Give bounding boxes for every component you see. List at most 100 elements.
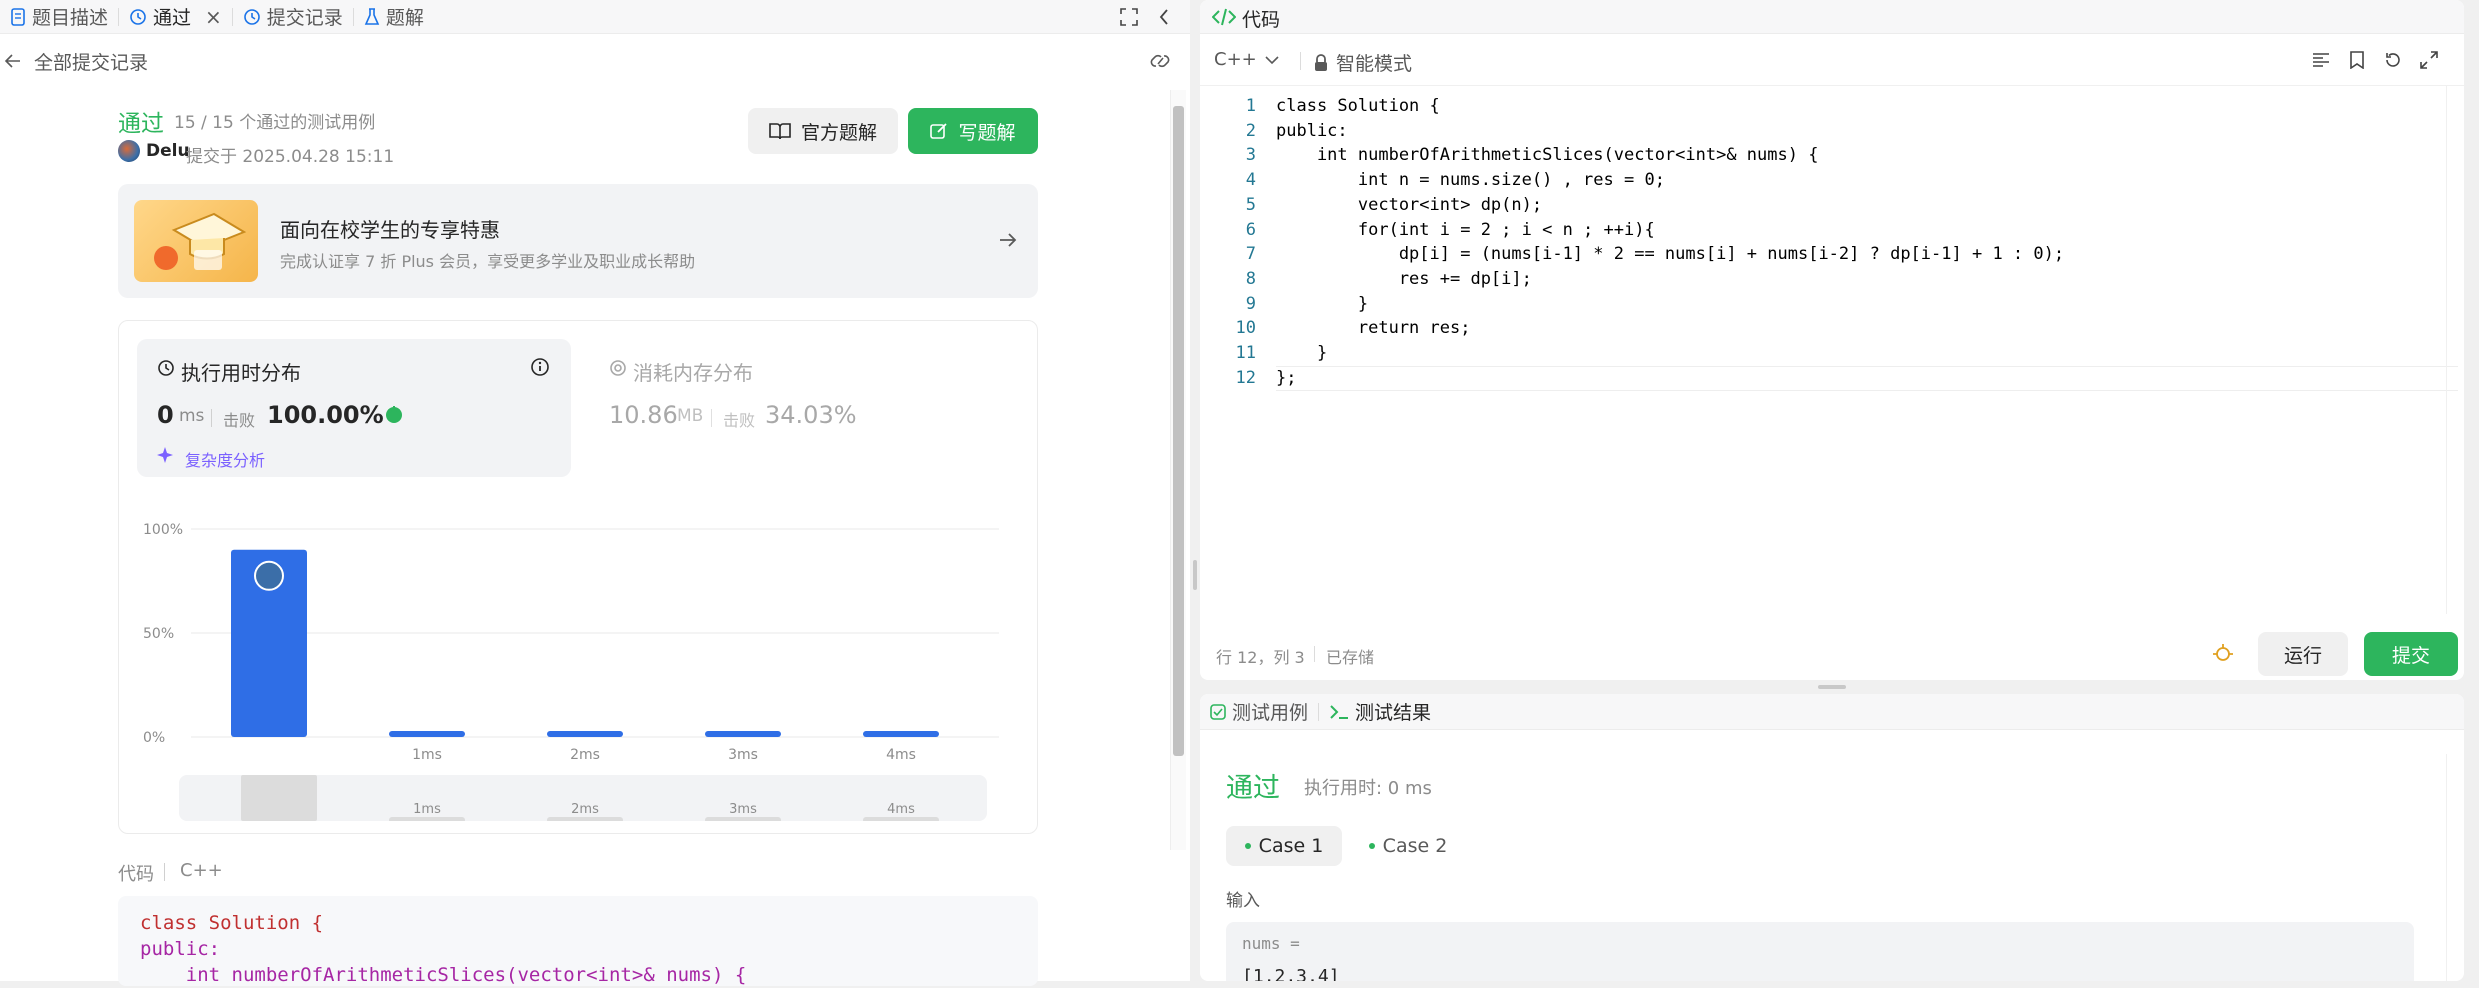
x-tick-label: 4ms: [886, 747, 916, 763]
run-button[interactable]: 运行: [2258, 632, 2348, 676]
overview-tick-label: 1ms: [413, 802, 441, 817]
y-tick-label: 100%: [143, 522, 183, 538]
divider: [1314, 646, 1315, 662]
code-preview: class Solution { public: int numberOfAri…: [118, 896, 1038, 986]
history-icon: [129, 8, 147, 26]
dot-icon: [1368, 843, 1375, 849]
collapse-icon[interactable]: [1158, 8, 1170, 26]
code-editor[interactable]: class Solution { public: int numberOfAri…: [1276, 94, 2446, 390]
chart-bar: [705, 731, 781, 737]
code-line: class Solution {: [1276, 96, 1440, 116]
line-numbers: 1 2 3 4 5 6 7 8 9 10 11 12: [1200, 94, 1256, 390]
divider: [164, 863, 165, 881]
memory-unit: MB: [677, 406, 704, 426]
graduation-cap-icon: [134, 200, 258, 282]
edit-icon: [930, 122, 948, 140]
tab-results-label: 测试结果: [1355, 702, 1432, 724]
description-icon: [10, 7, 26, 26]
close-icon[interactable]: ×: [205, 5, 222, 29]
code-preview-line: class Solution {: [140, 912, 324, 934]
expand-icon[interactable]: [2420, 51, 2438, 69]
case-2-tab[interactable]: Case 2: [1350, 826, 1466, 866]
official-solution-button[interactable]: 官方题解: [748, 108, 898, 154]
scrollbar[interactable]: [1170, 90, 1186, 850]
history-icon: [243, 8, 261, 26]
code-preview-line: int numberOfArithmeticSlices(vector<int>…: [140, 964, 747, 986]
tab-solutions[interactable]: 题解: [354, 0, 434, 34]
chart-bar: [863, 731, 939, 737]
cursor-position: 行 12，列 3: [1216, 648, 1305, 667]
complexity-link[interactable]: 复杂度分析: [185, 447, 265, 471]
line-number: 1: [1245, 96, 1256, 116]
arrow-left-icon[interactable]: [4, 52, 22, 70]
tab-description[interactable]: 题目描述: [0, 0, 118, 34]
line-number: 3: [1245, 145, 1256, 166]
tab-testcases[interactable]: 测试用例: [1200, 695, 1318, 729]
bookmark-icon[interactable]: [2350, 51, 2364, 69]
tab-accepted[interactable]: 通过 ×: [119, 0, 232, 34]
runtime-panel[interactable]: 执行用时分布 0 ms 击败 100.00% 复杂度分析: [137, 339, 571, 477]
avatar-marker: [254, 560, 284, 591]
chart-bar: [389, 731, 465, 737]
promo-banner[interactable]: 面向在校学生的专享特惠 完成认证享 7 折 Plus 会员，享受更多学业及职业成…: [118, 184, 1038, 298]
submit-button[interactable]: 提交: [2364, 632, 2458, 676]
scrollbar-thumb[interactable]: [1173, 106, 1184, 756]
arrow-right-icon: [998, 230, 1018, 250]
promo-desc: 完成认证享 7 折 Plus 会员，享受更多学业及职业成长帮助: [280, 252, 696, 271]
runtime-beat-label: 击败: [223, 411, 256, 430]
left-tab-bar: 题目描述 通过 × 提交记录 题解: [0, 0, 1190, 34]
chevron-down-icon: [1265, 55, 1279, 65]
case-1-tab[interactable]: Case 1: [1226, 826, 1342, 866]
editor-scrollbar[interactable]: [2446, 86, 2460, 614]
line-number: 12: [1235, 367, 1256, 388]
smart-mode-toggle[interactable]: 智能模式: [1314, 49, 1412, 76]
back-link[interactable]: 全部提交记录: [34, 48, 148, 75]
smart-mode-label: 智能模式: [1336, 53, 1413, 75]
tab-results[interactable]: 测试结果: [1319, 695, 1441, 729]
test-panel: 测试用例 测试结果 通过 执行用时: 0 ms Case 1 Case 2 输入…: [1200, 694, 2464, 981]
runtime-chart: 100% 50% 0% 1ms 2ms 3ms 4ms 1ms 2ms 3ms 4ms: [143, 522, 999, 821]
user-name[interactable]: Delu: [146, 141, 190, 161]
tab-solutions-label: 题解: [385, 7, 424, 29]
code-line: return res;: [1276, 318, 1471, 339]
back-header: 全部提交记录: [0, 40, 1190, 82]
debug-icon[interactable]: [2212, 642, 2234, 664]
tab-accepted-label: 通过: [153, 7, 192, 29]
link-icon[interactable]: [1148, 52, 1172, 70]
memory-icon: [609, 359, 627, 377]
runtime-title: 执行用时分布: [181, 361, 301, 385]
divider: [211, 409, 212, 427]
test-scrollbar[interactable]: [2446, 754, 2460, 981]
code-preview-line: public:: [140, 938, 221, 960]
vertical-splitter[interactable]: [1200, 680, 2464, 694]
write-solution-button[interactable]: 写题解: [908, 108, 1038, 154]
book-icon: [769, 122, 791, 140]
format-icon[interactable]: [2312, 52, 2330, 68]
reset-icon[interactable]: [2384, 51, 2402, 69]
code-line: for(int i = 2 ; i < n ; ++i){: [1276, 219, 1655, 240]
editor-toolbar: C++ 智能模式: [1200, 34, 2464, 86]
avatar: [118, 140, 140, 162]
line-number: 6: [1245, 219, 1256, 240]
memory-panel[interactable]: 消耗内存分布 10.86 MB 击败 34.03%: [589, 339, 1023, 477]
overview-tick-label: 2ms: [571, 802, 599, 817]
overview-tick-label: 3ms: [729, 802, 757, 817]
fullscreen-icon[interactable]: [1120, 7, 1138, 26]
write-solution-label: 写题解: [958, 121, 1016, 144]
memory-value: 10.86: [609, 401, 678, 429]
panel-splitter[interactable]: [1190, 0, 1200, 981]
divider: [1300, 52, 1301, 70]
language-select[interactable]: C++: [1214, 49, 1279, 70]
editor-panel: 代码 C++ 智能模式 1 2 3 4 5 6 7 8 9 10 11 12 c…: [1200, 0, 2464, 680]
x-tick-label: 1ms: [412, 747, 442, 763]
code-line: public:: [1276, 120, 1348, 141]
line-number: 5: [1245, 194, 1256, 215]
tab-submissions[interactable]: 提交记录: [233, 0, 353, 34]
code-line: }: [1276, 343, 1328, 364]
editor-header: 代码: [1200, 0, 2464, 34]
line-number: 7: [1245, 244, 1256, 265]
line-number: 4: [1245, 170, 1256, 191]
test-status: 通过: [1226, 773, 1280, 804]
y-tick-label: 0%: [143, 730, 165, 746]
info-icon[interactable]: [530, 357, 550, 377]
